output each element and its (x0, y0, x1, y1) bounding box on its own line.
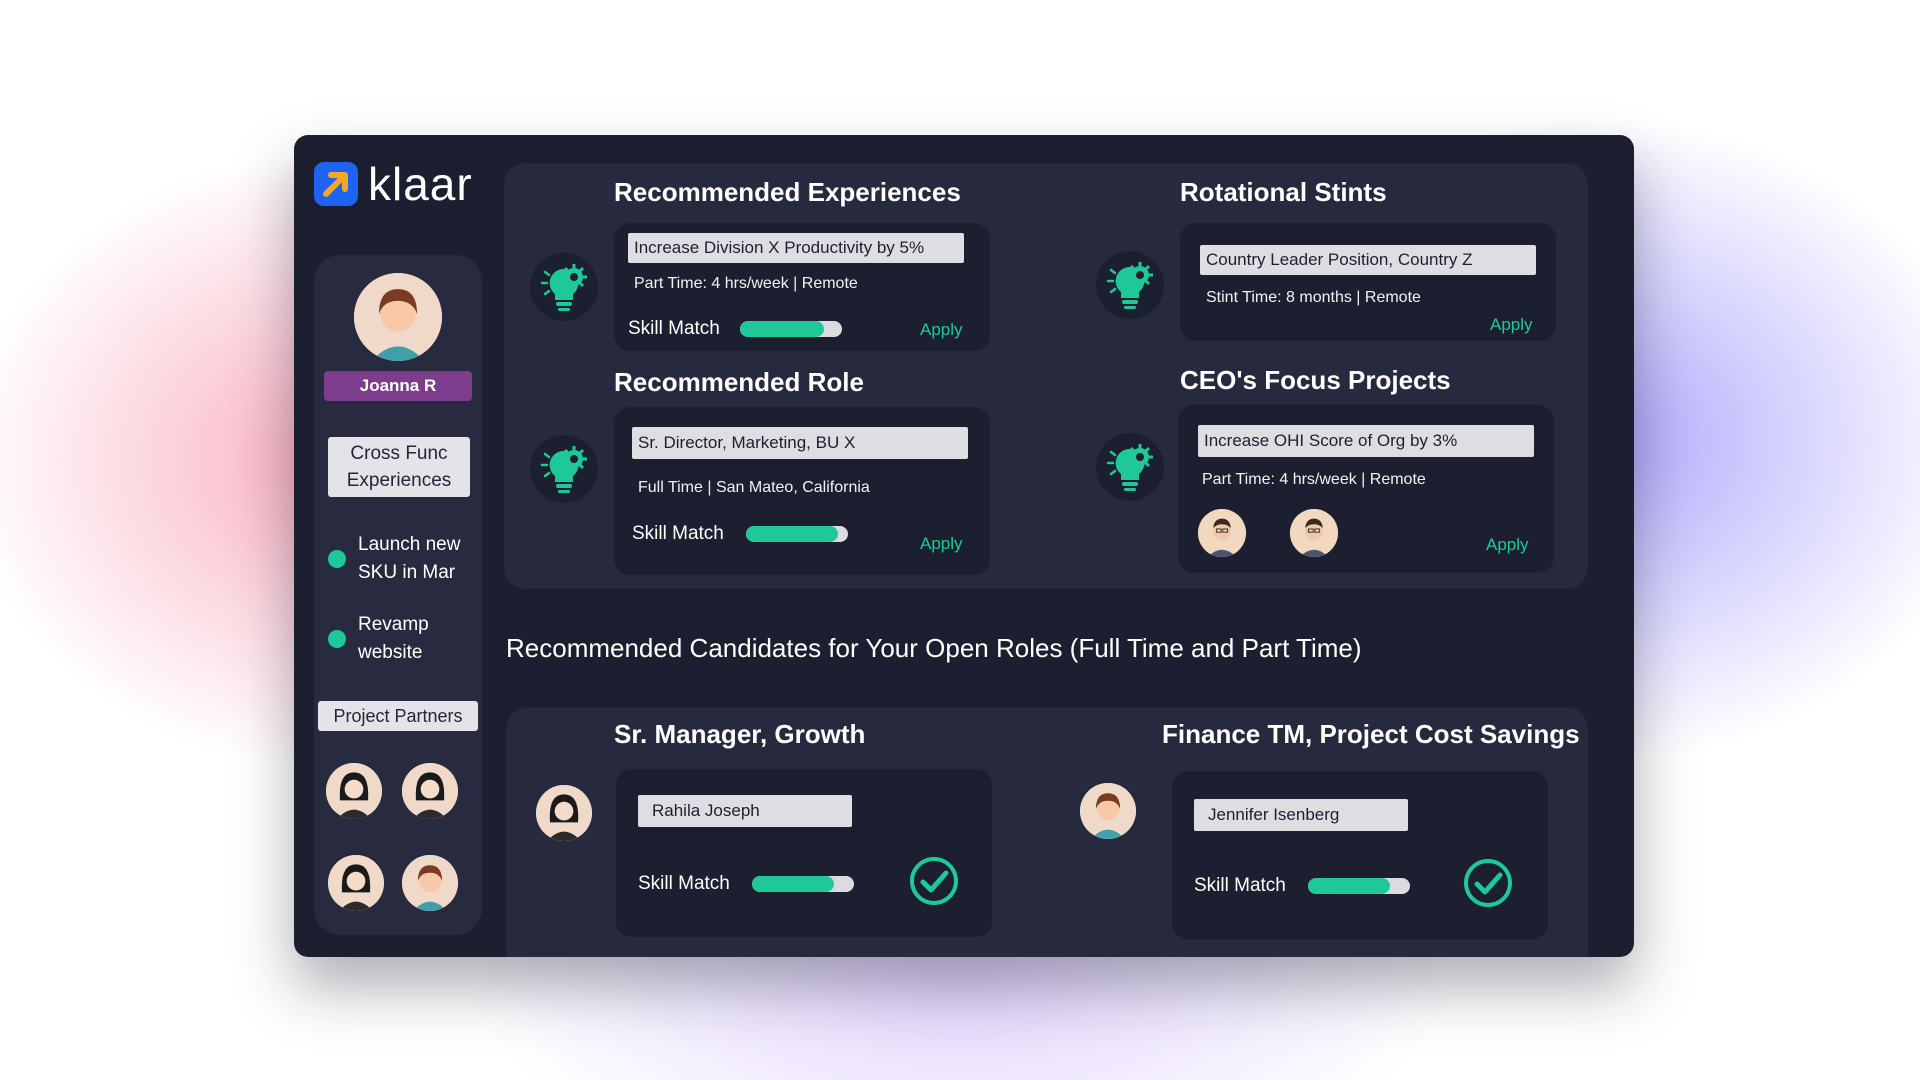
role-title: Finance TM, Project Cost Savings (1162, 719, 1580, 749)
ceo-focus-title-field: Increase OHI Score of Org by 3% (1198, 425, 1534, 457)
skill-match-bar (1308, 878, 1410, 894)
recommendations-panel: Recommended Experiences Increase Divisio… (504, 163, 1588, 589)
role-title: Sr. Manager, Growth (614, 719, 866, 749)
skill-match-fill (752, 876, 834, 892)
status-dot-icon (328, 630, 346, 648)
skill-match-fill (746, 526, 838, 542)
cross-func-experiences-button[interactable]: Cross Func Experiences (328, 437, 470, 497)
stint-meta: Stint Time: 8 months | Remote (1206, 289, 1421, 306)
skill-match-label: Skill Match (638, 873, 730, 894)
ceo-focus-projects-title: CEO's Focus Projects (1180, 365, 1451, 395)
skill-match-fill (1308, 878, 1390, 894)
candidates-panel: Sr. Manager, Growth Rahila Joseph Skill … (506, 707, 1588, 957)
lightbulb-gear-icon (530, 253, 598, 321)
team-member-avatar[interactable] (1198, 509, 1246, 557)
candidate-avatar[interactable] (1080, 783, 1136, 839)
experience-meta: Part Time: 4 hrs/week | Remote (634, 275, 858, 292)
partner-avatar[interactable] (402, 763, 458, 819)
candidates-heading: Recommended Candidates for Your Open Rol… (506, 633, 1362, 663)
user-avatar[interactable] (354, 273, 442, 361)
sidebar: Joanna R Cross Func Experiences Launch n… (314, 255, 482, 935)
candidate-card: Rahila Joseph Skill Match (616, 769, 992, 937)
skill-match-label: Skill Match (1194, 875, 1286, 896)
recommended-experiences-title: Recommended Experiences (614, 177, 961, 207)
apply-link[interactable]: Apply (1490, 315, 1533, 335)
lightbulb-gear-icon (530, 435, 598, 503)
logo-text: klaar (368, 158, 473, 210)
skill-match-bar (746, 526, 848, 542)
project-label: Launch new SKU in Mar (358, 534, 461, 583)
team-member-avatar[interactable] (1290, 509, 1338, 557)
skill-match-label: Skill Match (628, 318, 720, 339)
lightbulb-gear-icon (1096, 433, 1164, 501)
lightbulb-gear-icon (1096, 251, 1164, 319)
project-partners-label: Project Partners (318, 701, 478, 731)
skill-match-bar (752, 876, 854, 892)
check-circle-icon[interactable] (1462, 857, 1514, 909)
skill-match-label: Skill Match (632, 523, 724, 544)
recommended-role-title: Recommended Role (614, 367, 864, 397)
partner-avatar[interactable] (402, 855, 458, 911)
experience-card: Increase Division X Productivity by 5% P… (614, 223, 990, 351)
stint-title-field: Country Leader Position, Country Z (1200, 245, 1536, 275)
candidate-name-field: Rahila Joseph (638, 795, 852, 827)
logo[interactable]: klaar (314, 161, 473, 207)
candidate-card: Jennifer Isenberg Skill Match (1172, 771, 1548, 939)
project-item[interactable]: Revamp website (328, 611, 476, 667)
project-item[interactable]: Launch new SKU in Mar (328, 531, 476, 587)
apply-link[interactable]: Apply (1486, 535, 1529, 555)
role-card: Sr. Director, Marketing, BU X Full Time … (614, 407, 990, 575)
check-circle-icon[interactable] (908, 855, 960, 907)
role-meta: Full Time | San Mateo, California (638, 479, 870, 496)
apply-link[interactable]: Apply (920, 534, 963, 554)
rotational-stints-title: Rotational Stints (1180, 177, 1387, 207)
partner-avatar[interactable] (328, 855, 384, 911)
experience-title-field: Increase Division X Productivity by 5% (628, 233, 964, 263)
stint-card: Country Leader Position, Country Z Stint… (1180, 223, 1556, 341)
skill-match-bar (740, 321, 842, 337)
role-title-field: Sr. Director, Marketing, BU X (632, 427, 968, 459)
logo-arrow-icon (314, 162, 358, 206)
status-dot-icon (328, 550, 346, 568)
skill-match-fill (740, 321, 824, 337)
ceo-focus-meta: Part Time: 4 hrs/week | Remote (1202, 471, 1426, 488)
apply-link[interactable]: Apply (920, 320, 963, 340)
candidate-name-field: Jennifer Isenberg (1194, 799, 1408, 831)
partner-avatar[interactable] (326, 763, 382, 819)
user-name-badge: Joanna R (324, 371, 472, 401)
candidate-avatar[interactable] (536, 785, 592, 841)
project-label: Revamp website (358, 614, 429, 663)
ceo-focus-card: Increase OHI Score of Org by 3% Part Tim… (1178, 405, 1554, 573)
app-window: klaar Joanna R Cross Func Experiences La… (294, 135, 1634, 957)
